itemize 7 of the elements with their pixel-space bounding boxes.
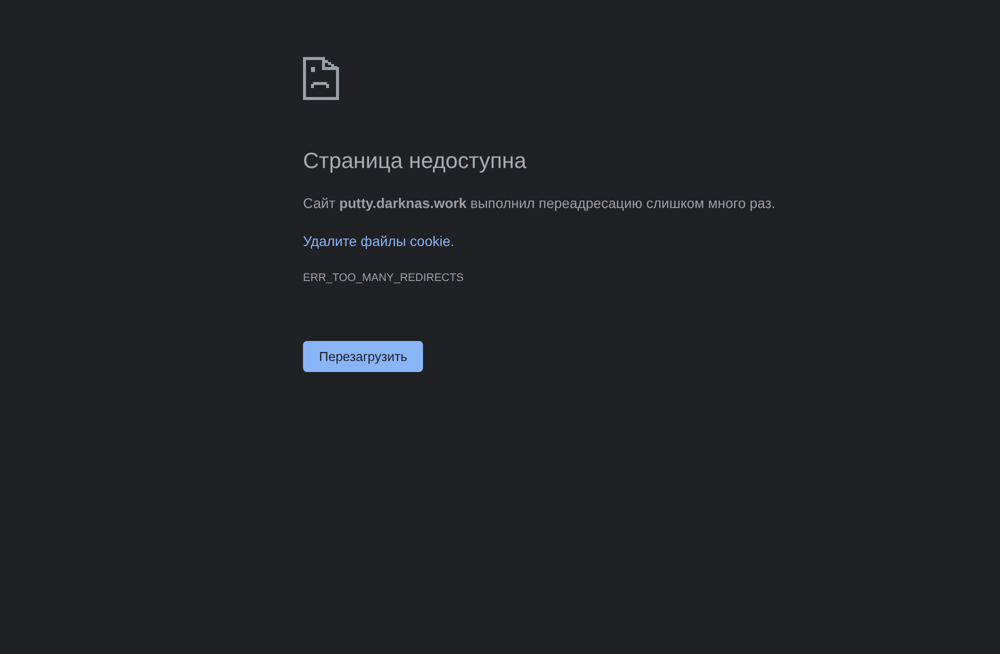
suggestion-text: Удалите файлы cookie. — [303, 232, 454, 251]
error-description: Сайт putty.darknas.work выполнил переадресацию слишком много раз. — [303, 194, 776, 213]
page-heading: Страница недоступна — [303, 148, 526, 174]
sad-page-icon — [303, 57, 339, 100]
error-code: ERR_TOO_MANY_REDIRECTS — [303, 271, 464, 286]
reload-button[interactable]: Перезагрузить — [303, 341, 424, 372]
clear-cookies-link[interactable]: Удалите файлы cookie — [303, 233, 450, 249]
